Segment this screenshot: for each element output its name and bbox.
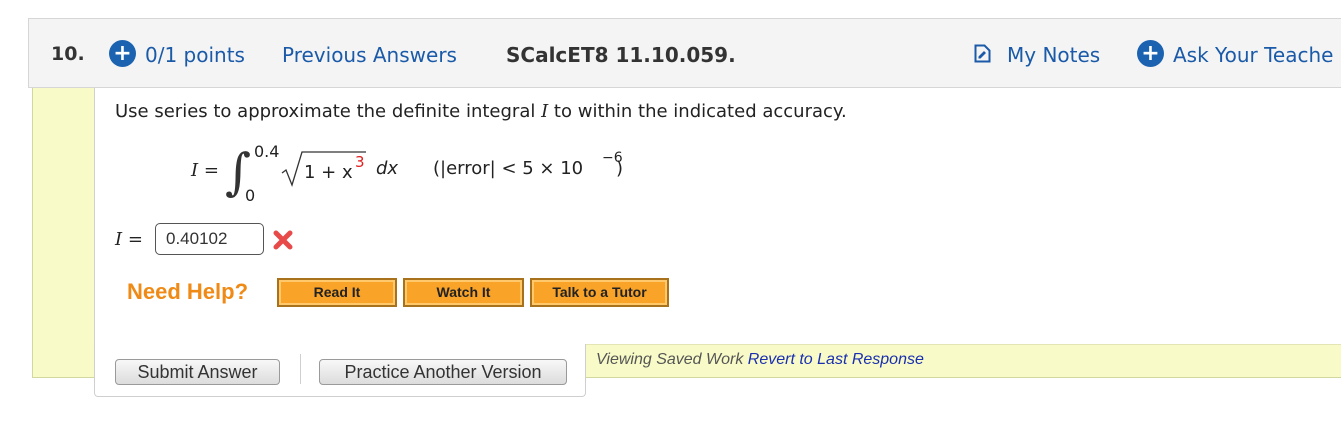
status-panel	[32, 88, 94, 378]
formula-lhs: I =	[191, 160, 219, 181]
question-number: 10.	[51, 43, 85, 65]
radicand: 1 + x	[304, 162, 353, 183]
submit-answer-button[interactable]: Submit Answer	[115, 359, 280, 385]
differential: dx	[376, 158, 399, 179]
accuracy-condition: (|error| < 5 × 10	[433, 158, 584, 179]
prompt-text: to within the indicated accuracy.	[548, 101, 847, 122]
viewing-text: Viewing Saved Work	[596, 351, 748, 368]
answer-label: I =	[115, 229, 143, 250]
accuracy-close: )	[616, 158, 624, 179]
notes-icon[interactable]	[974, 44, 991, 67]
question-prompt: Use series to approximate the definite i…	[115, 101, 847, 122]
answer-actions: Submit Answer Practice Another Version	[94, 344, 586, 397]
formula-lhs-text: I =	[191, 160, 219, 181]
integral-formula: I = ∫ 0.4 0 1 + x 3 dx (|error| < 5 × 10…	[185, 140, 745, 210]
revert-link[interactable]: Revert to Last Response	[748, 351, 924, 368]
answer-input[interactable]: 0.40102	[155, 223, 264, 255]
practice-another-version-button[interactable]: Practice Another Version	[319, 359, 567, 385]
plus-circle-icon[interactable]: +	[109, 40, 136, 67]
question-reference: SCalcET8 11.10.059.	[506, 43, 736, 67]
incorrect-x-icon	[273, 230, 293, 254]
question-header: 10. + 0/1 points Previous Answers SCalcE…	[28, 18, 1341, 88]
watch-it-button[interactable]: Watch It	[403, 278, 524, 307]
question-body: Use series to approximate the definite i…	[94, 88, 1341, 344]
need-help-label: Need Help?	[127, 279, 249, 304]
points-link[interactable]: 0/1 points	[145, 43, 245, 67]
viewing-saved-work: Viewing Saved Work Revert to Last Respon…	[596, 351, 924, 369]
talk-to-tutor-button[interactable]: Talk to a Tutor	[530, 278, 669, 307]
divider	[300, 354, 301, 384]
prompt-text: Use series to approximate the definite i…	[115, 101, 542, 122]
plus-circle-icon[interactable]: +	[1137, 40, 1164, 67]
saved-work-bar: Viewing Saved Work Revert to Last Respon…	[586, 344, 1341, 378]
read-it-button[interactable]: Read It	[277, 278, 397, 307]
lower-limit: 0	[245, 186, 256, 205]
ask-teacher-link[interactable]: Ask Your Teache	[1173, 43, 1333, 67]
radicand-exponent: 3	[355, 153, 365, 171]
upper-limit: 0.4	[254, 142, 280, 161]
my-notes-link[interactable]: My Notes	[1007, 43, 1100, 67]
previous-answers-link[interactable]: Previous Answers	[282, 43, 457, 67]
